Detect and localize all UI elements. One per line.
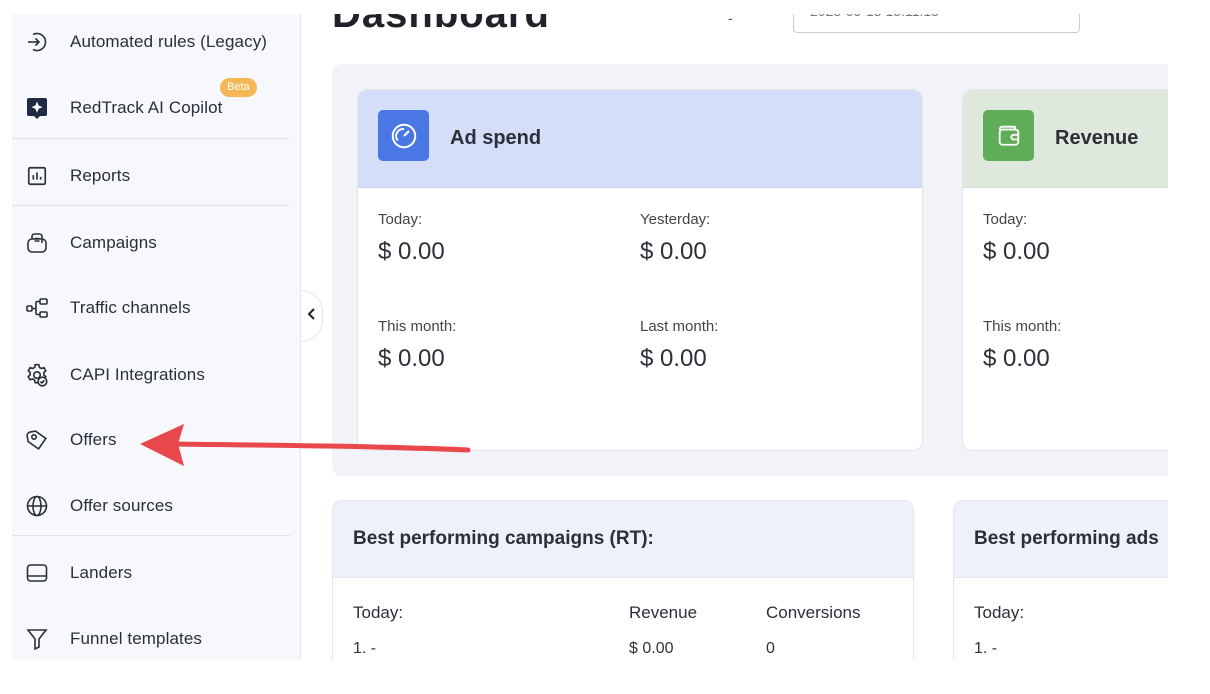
beta-badge: Beta: [220, 78, 257, 97]
column-header-conversions: Conversions: [766, 603, 861, 622]
sidebar: Automated rules (Legacy) RedTrack AI Cop…: [12, 14, 301, 660]
this-month-value: $ 0.00: [378, 345, 445, 372]
sidebar-item-label: Campaigns: [70, 233, 157, 252]
card-header: Ad spend: [358, 90, 922, 188]
sidebar-item-label: Offer sources: [70, 496, 174, 515]
arrow-in-circle-icon: [24, 29, 50, 55]
card-title: Ad spend: [450, 127, 542, 149]
sidebar-divider: [12, 138, 290, 139]
sidebar-divider: [12, 535, 290, 536]
yesterday-label: Yesterday:: [640, 211, 711, 228]
card-title: Revenue: [1055, 127, 1139, 149]
sidebar-item-offer-sources[interactable]: Offer sources: [12, 486, 301, 526]
page-title: Dashboard: [332, 14, 550, 36]
best-campaigns-card: Best performing campaigns (RT): Today: R…: [332, 500, 914, 660]
date-range-input[interactable]: 2025-09-15 15:11:15: [793, 14, 1080, 33]
sidebar-item-traffic-channels[interactable]: Traffic channels: [12, 288, 301, 328]
this-month-value: $ 0.00: [983, 345, 1050, 372]
column-header-revenue: Revenue: [629, 603, 698, 622]
sidebar-item-label: Funnel templates: [70, 629, 203, 648]
app-frame: Automated rules (Legacy) RedTrack AI Cop…: [12, 14, 1168, 660]
sidebar-item-funnel-templates[interactable]: Funnel templates: [12, 619, 301, 659]
tag-icon: [24, 427, 50, 453]
gear-check-icon: [24, 362, 50, 388]
sidebar-item-landers[interactable]: Landers: [12, 553, 301, 593]
this-month-label: This month:: [378, 318, 457, 335]
sidebar-collapse-button[interactable]: [301, 290, 323, 342]
revenue-card: Revenue Today: $ 0.00 This month: $ 0.00: [962, 89, 1168, 451]
campaigns-icon: [24, 230, 50, 256]
ad-spend-card: Ad spend Today: $ 0.00 Yesterday: $ 0.00…: [357, 89, 923, 451]
wallet-icon: [983, 110, 1034, 161]
card-header: Best performing ads: [954, 501, 1168, 578]
campaign-conversions: 0: [766, 640, 775, 657]
last-month-value: $ 0.00: [640, 345, 707, 372]
last-month-label: Last month:: [640, 318, 719, 335]
today-label: Today:: [378, 211, 423, 228]
sidebar-item-label: Automated rules (Legacy): [70, 32, 268, 51]
sparkle-icon: [24, 95, 50, 121]
card-header: Best performing campaigns (RT):: [333, 501, 913, 578]
today-value: $ 0.00: [983, 238, 1050, 265]
card-title: Best performing ads: [974, 528, 1159, 549]
campaign-revenue: $ 0.00: [629, 640, 674, 657]
sidebar-item-label: RedTrack AI Copilot: [70, 98, 223, 117]
sidebar-item-offers[interactable]: Offers: [12, 420, 301, 460]
sidebar-item-label: Offers: [70, 430, 117, 449]
sidebar-item-label: Landers: [70, 563, 133, 582]
ad-name[interactable]: 1. -: [974, 640, 997, 658]
sidebar-divider: [12, 205, 290, 206]
period-label: Today:: [974, 603, 1025, 622]
card-header: Revenue: [963, 90, 1168, 188]
this-month-label: This month:: [983, 318, 1062, 335]
traffic-channels-icon: [24, 295, 50, 321]
sidebar-item-label: CAPI Integrations: [70, 365, 205, 384]
sidebar-item-label: Reports: [70, 166, 131, 185]
sidebar-item-automated-rules[interactable]: Automated rules (Legacy): [12, 22, 301, 62]
sidebar-item-redtrack-ai-copilot[interactable]: RedTrack AI Copilot Beta: [12, 78, 301, 128]
today-label: Today:: [983, 211, 1028, 228]
period-label: Today:: [353, 603, 404, 622]
card-title: Best performing campaigns (RT):: [353, 528, 654, 549]
date-separator: -: [728, 14, 733, 26]
best-ads-card: Best performing ads Today: 1. -: [953, 500, 1168, 660]
sidebar-item-reports[interactable]: Reports: [12, 156, 301, 196]
today-value: $ 0.00: [378, 238, 445, 265]
chevron-left-icon: [306, 307, 318, 326]
yesterday-value: $ 0.00: [640, 238, 707, 265]
sidebar-item-label: Traffic channels: [70, 298, 191, 317]
sidebar-item-campaigns[interactable]: Campaigns: [12, 223, 301, 263]
lander-icon: [24, 560, 50, 586]
globe-icon: [24, 493, 50, 519]
funnel-icon: [24, 626, 50, 652]
campaign-name[interactable]: 1. -: [353, 640, 376, 658]
bar-chart-icon: [24, 163, 50, 189]
sidebar-item-capi-integrations[interactable]: CAPI Integrations: [12, 355, 301, 395]
speedometer-icon: [378, 110, 429, 161]
